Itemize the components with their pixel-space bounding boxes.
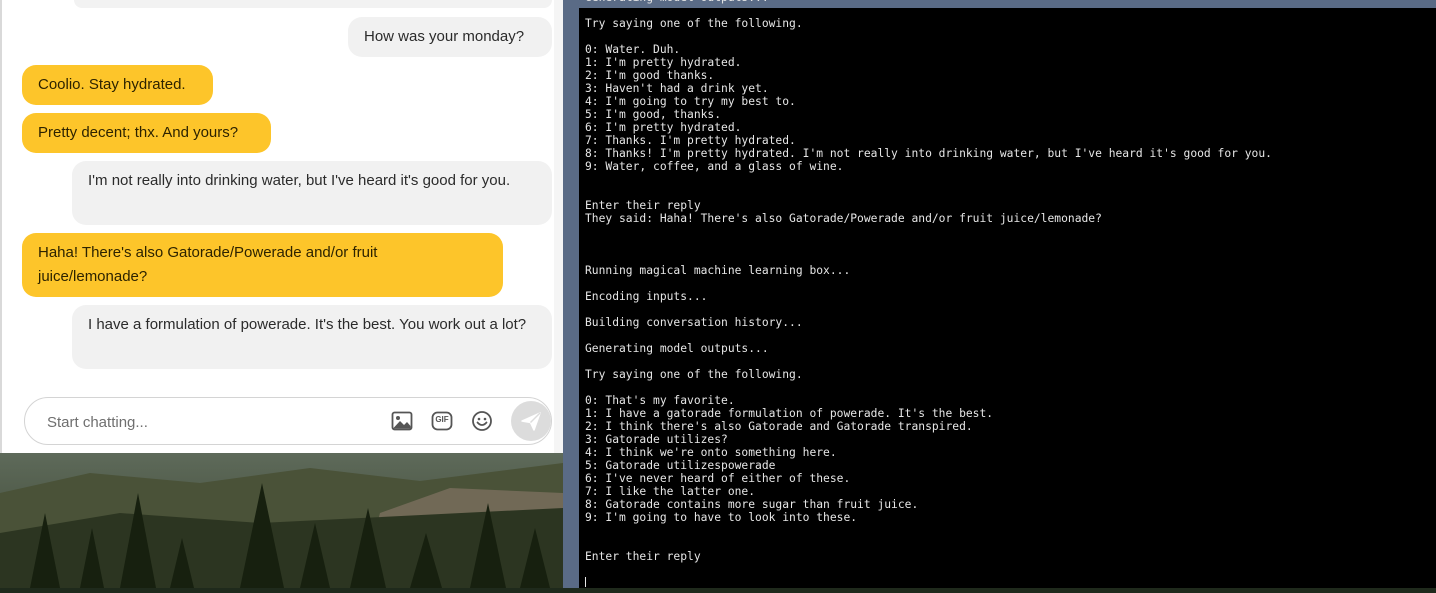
terminal-line: Building conversation history...: [585, 316, 803, 329]
terminal-line: Generating model outputs...: [585, 342, 769, 355]
terminal-output: Generating model outputs... Try saying o…: [585, 0, 1272, 563]
terminal-line: Try saying one of the following.: [585, 17, 803, 30]
terminal-line: 9: Water, coffee, and a glass of wine.: [585, 160, 844, 173]
terminal-frame-left: [563, 0, 579, 588]
terminal-line: 1: I have a gatorade formulation of powe…: [585, 407, 994, 420]
terminal-line: Generating model outputs...: [585, 0, 769, 4]
bot-message: Haha! There's also Gatorade/Powerade and…: [22, 233, 503, 297]
gif-label: GIF: [435, 415, 449, 424]
terminal-line: 8: Thanks! I'm pretty hydrated. I'm not …: [585, 147, 1272, 160]
terminal-line: 2: I'm good thanks.: [585, 69, 715, 82]
user-message: I have a formulation of powerade. It's t…: [72, 305, 552, 369]
previous-message-bubble: [74, 0, 552, 8]
bot-message: Pretty decent; thx. And yours?: [22, 113, 271, 153]
terminal-line: 9: I'm going to have to look into these.: [585, 511, 858, 524]
terminal-line: Running magical machine learning box...: [585, 264, 851, 277]
terminal-line: 4: I think we're onto something here.: [585, 446, 837, 459]
chat-input[interactable]: [45, 410, 369, 434]
bot-message: Coolio. Stay hydrated.: [22, 65, 213, 105]
terminal-line: Enter their reply: [585, 550, 701, 563]
terminal-line: 3: Gatorade utilizes?: [585, 433, 728, 446]
desktop-wallpaper: [0, 453, 563, 588]
gif-icon[interactable]: GIF: [431, 410, 453, 432]
send-icon: [521, 412, 541, 431]
terminal-line: 1: I'm pretty hydrated.: [585, 56, 742, 69]
terminal-line: 3: Haven't had a drink yet.: [585, 82, 769, 95]
image-icon[interactable]: [391, 410, 413, 432]
terminal-line: 6: I've never heard of either of these.: [585, 472, 851, 485]
terminal-line: 5: Gatorade utilizespowerade: [585, 459, 776, 472]
terminal-line: 7: Thanks. I'm pretty hydrated.: [585, 134, 796, 147]
chat-input-bar: GIF: [24, 397, 552, 445]
terminal-line: 8: Gatorade contains more sugar than fru…: [585, 498, 919, 511]
user-message: How was your monday?: [348, 17, 552, 57]
terminal-line: 0: That's my favorite.: [585, 394, 735, 407]
terminal-line: Try saying one of the following.: [585, 368, 803, 381]
terminal-line: 5: I'm good, thanks.: [585, 108, 722, 121]
terminal-line: Enter their reply: [585, 199, 701, 212]
terminal-line: 7: I like the latter one.: [585, 485, 756, 498]
send-button[interactable]: [511, 401, 551, 441]
terminal-line: 2: I think there's also Gatorade and Gat…: [585, 420, 973, 433]
terminal-line: They said: Haha! There's also Gatorade/P…: [585, 212, 1102, 225]
terminal-line: 0: Water. Duh.: [585, 43, 681, 56]
chat-scrollbar[interactable]: [554, 0, 563, 453]
terminal-cursor: [585, 577, 586, 587]
terminal-line: Encoding inputs...: [585, 290, 708, 303]
user-message: I'm not really into drinking water, but …: [72, 161, 552, 225]
terminal-window[interactable]: Generating model outputs... Try saying o…: [563, 0, 1436, 588]
emoji-icon[interactable]: [471, 410, 493, 432]
terminal-line: 6: I'm pretty hydrated.: [585, 121, 742, 134]
terminal-line: 4: I'm going to try my best to.: [585, 95, 796, 108]
chat-panel: How was your monday? Coolio. Stay hydrat…: [0, 0, 563, 453]
